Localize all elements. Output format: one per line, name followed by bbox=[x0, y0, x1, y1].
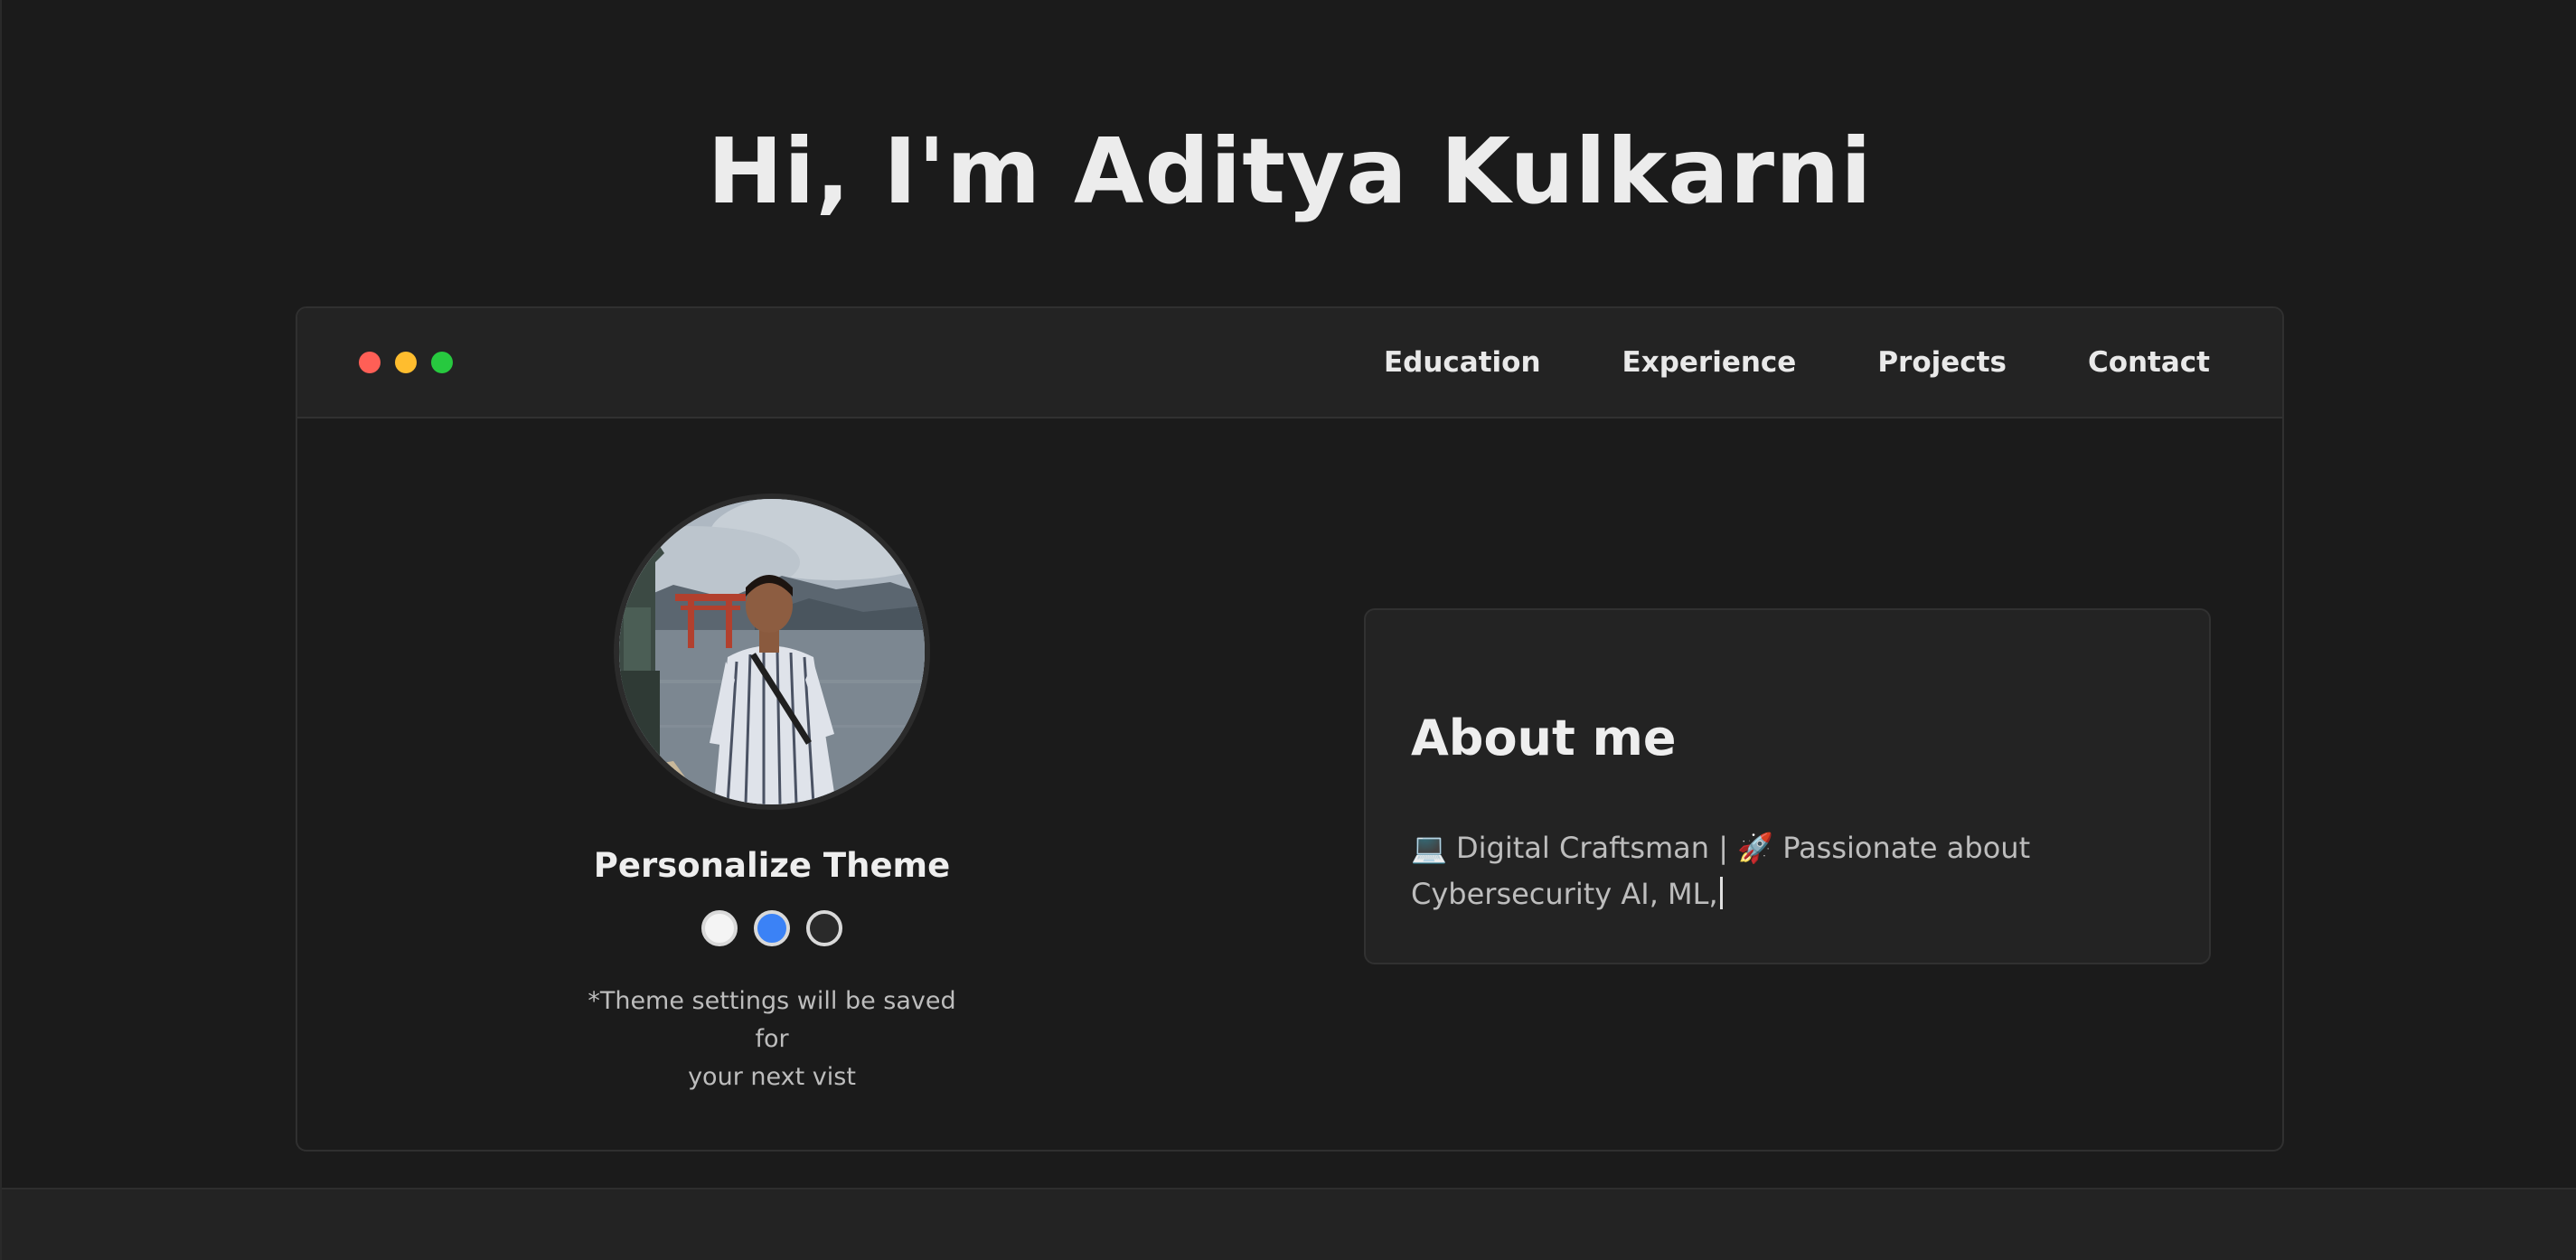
theme-heading: Personalize Theme bbox=[593, 846, 951, 885]
about-title: About me bbox=[1411, 710, 1677, 766]
main-nav: Education Experience Projects Contact bbox=[1384, 308, 2210, 417]
footer-bar bbox=[2, 1188, 2576, 1260]
page: Hi, I'm Aditya Kulkarni Education Experi… bbox=[0, 0, 2576, 1260]
theme-note: *Theme settings will be saved for your n… bbox=[569, 983, 975, 1096]
about-line2-text: Cybersecurity AI, ML, bbox=[1411, 877, 1718, 911]
profile-section: Personalize Theme *Theme settings will b… bbox=[569, 494, 975, 1096]
about-line2: Cybersecurity AI, ML, bbox=[1411, 871, 2062, 917]
theme-light-swatch[interactable] bbox=[701, 910, 738, 946]
window-titlebar: Education Experience Projects Contact bbox=[297, 308, 2282, 418]
typing-caret bbox=[1719, 877, 1723, 909]
about-line1: 💻 Digital Craftsman | 🚀 Passionate about bbox=[1411, 825, 2062, 871]
about-card: About me 💻 Digital Craftsman | 🚀 Passion… bbox=[1364, 608, 2211, 964]
nav-contact-link[interactable]: Contact bbox=[2088, 346, 2210, 379]
close-dot[interactable] bbox=[359, 352, 381, 373]
maximize-dot[interactable] bbox=[431, 352, 453, 373]
page-title: Hi, I'm Aditya Kulkarni bbox=[707, 118, 1873, 224]
about-line1-part1: Digital Craftsman | bbox=[1446, 831, 1738, 865]
minimize-dot[interactable] bbox=[395, 352, 417, 373]
profile-photo bbox=[614, 494, 930, 810]
nav-experience-link[interactable]: Experience bbox=[1622, 346, 1797, 379]
window-controls bbox=[359, 352, 453, 373]
nav-education-link[interactable]: Education bbox=[1384, 346, 1541, 379]
profile-photo-image bbox=[619, 499, 925, 804]
theme-blue-swatch[interactable] bbox=[754, 910, 790, 946]
about-text: 💻 Digital Craftsman | 🚀 Passionate about… bbox=[1411, 825, 2062, 917]
laptop-icon: 💻 bbox=[1411, 831, 1447, 865]
browser-window: Education Experience Projects Contact Pe… bbox=[296, 306, 2284, 1152]
theme-note-line2: your next vist bbox=[688, 1063, 856, 1091]
theme-dark-swatch[interactable] bbox=[806, 910, 842, 946]
rocket-icon: 🚀 bbox=[1737, 831, 1774, 865]
nav-projects-link[interactable]: Projects bbox=[1877, 346, 2007, 379]
theme-swatches bbox=[569, 910, 975, 946]
about-line1-part2: Passionate about bbox=[1773, 831, 2031, 865]
theme-note-line1: *Theme settings will be saved for bbox=[588, 987, 956, 1053]
